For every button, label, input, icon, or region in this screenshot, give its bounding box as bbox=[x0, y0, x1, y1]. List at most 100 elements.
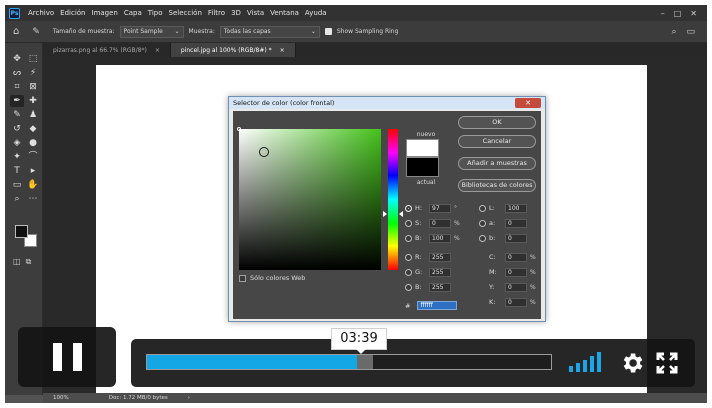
search-icon[interactable]: ⌕ bbox=[671, 27, 676, 37]
dialog-close-button[interactable]: ✕ bbox=[515, 98, 541, 108]
quick-mask-icon[interactable]: ◫ bbox=[13, 257, 21, 267]
a-input[interactable]: 0 bbox=[505, 218, 527, 228]
lasso-tool-icon[interactable]: ᔕ bbox=[10, 67, 24, 79]
menu-imagen[interactable]: Imagen bbox=[89, 9, 121, 17]
blue-radio[interactable] bbox=[405, 283, 412, 291]
ok-button[interactable]: OK bbox=[458, 116, 536, 129]
sample-size-select[interactable]: Point Sample ⌄ bbox=[119, 25, 184, 38]
foreground-color-swatch[interactable] bbox=[15, 225, 28, 238]
hue-slider[interactable] bbox=[388, 129, 398, 270]
menu-capa[interactable]: Capa bbox=[121, 9, 145, 17]
g-radio[interactable] bbox=[405, 268, 412, 276]
current-color-swatch[interactable] bbox=[406, 157, 439, 177]
path-selection-tool-icon[interactable]: ▸ bbox=[26, 165, 40, 177]
workspace-icon[interactable]: ▭ bbox=[686, 27, 695, 37]
s-radio[interactable] bbox=[405, 219, 412, 227]
blue-input[interactable]: 255 bbox=[429, 282, 451, 292]
cancel-button[interactable]: Cancelar bbox=[458, 135, 536, 148]
color-swatches[interactable] bbox=[13, 223, 41, 249]
fullscreen-icon[interactable] bbox=[655, 351, 679, 375]
screen-mode-icon[interactable]: ⧉ bbox=[26, 257, 32, 267]
web-colors-only-option[interactable]: Sólo colores Web bbox=[239, 274, 305, 282]
k-input[interactable]: 0 bbox=[505, 297, 527, 307]
saturation-brightness-field[interactable] bbox=[237, 127, 381, 270]
home-icon[interactable]: ⌂ bbox=[13, 26, 19, 37]
minimize-icon[interactable]: – bbox=[661, 9, 665, 18]
menu-3d[interactable]: 3D bbox=[228, 9, 244, 17]
web-colors-only-checkbox[interactable] bbox=[239, 274, 246, 282]
eyedropper-tool-preset-icon[interactable]: ✎ bbox=[32, 27, 40, 37]
video-controls-bar bbox=[131, 339, 695, 387]
dodge-tool-icon[interactable]: ✦ bbox=[10, 151, 24, 163]
move-tool-icon[interactable]: ✥ bbox=[10, 53, 24, 65]
a-radio[interactable] bbox=[479, 219, 486, 227]
sample-layers-select[interactable]: Todas las capas ⌄ bbox=[219, 25, 320, 38]
l-radio[interactable] bbox=[479, 204, 486, 212]
tab-pizarras[interactable]: pizarras.png al 66.7% (RGB/8*) × bbox=[43, 43, 171, 57]
close-icon[interactable]: ✕ bbox=[690, 9, 697, 18]
time-tooltip-pointer bbox=[356, 349, 366, 354]
tab-pincel[interactable]: pincel.jpg al 100% (RGB/8#) * × bbox=[170, 43, 296, 57]
field-row-m: M: 0 % bbox=[489, 267, 536, 277]
menu-filtro[interactable]: Filtro bbox=[205, 9, 228, 17]
menu-tipo[interactable]: Tipo bbox=[145, 9, 166, 17]
brush-tool-icon[interactable]: ✎ bbox=[10, 109, 24, 121]
healing-brush-tool-icon[interactable]: ✚ bbox=[26, 95, 40, 107]
shape-tool-icon[interactable]: ▭ bbox=[10, 179, 24, 191]
volume-icon[interactable] bbox=[569, 352, 605, 372]
s-input[interactable]: 0 bbox=[429, 218, 451, 228]
close-icon[interactable]: × bbox=[155, 47, 160, 54]
zoom-level[interactable]: 100% bbox=[53, 395, 69, 401]
document-size: Doc: 1.72 MB/0 bytes bbox=[108, 395, 168, 401]
lab-b-input[interactable]: 0 bbox=[505, 233, 527, 243]
settings-gear-icon[interactable] bbox=[619, 350, 645, 376]
menu-ventana[interactable]: Ventana bbox=[267, 9, 302, 17]
h-radio[interactable] bbox=[405, 204, 412, 212]
g-input[interactable]: 255 bbox=[429, 267, 451, 277]
marquee-tool-icon[interactable]: ⬚ bbox=[26, 53, 40, 65]
close-icon[interactable]: × bbox=[280, 47, 285, 54]
blur-tool-icon[interactable]: ● bbox=[26, 137, 40, 149]
show-sampling-ring-checkbox[interactable] bbox=[324, 28, 332, 35]
history-brush-tool-icon[interactable]: ↺ bbox=[10, 123, 24, 135]
menu-archivo[interactable]: Archivo bbox=[25, 9, 57, 17]
pause-button[interactable] bbox=[18, 327, 116, 387]
b-radio[interactable] bbox=[405, 234, 412, 242]
magic-wand-tool-icon[interactable]: ⚡ bbox=[26, 67, 40, 79]
paint-bucket-tool-icon[interactable]: ◈ bbox=[10, 137, 24, 149]
pen-tool-icon[interactable]: ⌒ bbox=[26, 151, 40, 163]
c-input[interactable]: 0 bbox=[505, 252, 527, 262]
zoom-tool-icon[interactable]: ⌕ bbox=[10, 193, 24, 205]
color-sample-marker[interactable] bbox=[259, 147, 269, 157]
r-input[interactable]: 255 bbox=[429, 252, 451, 262]
color-libraries-button[interactable]: Bibliotecas de colores bbox=[458, 179, 536, 192]
new-color-swatch bbox=[406, 139, 439, 157]
l-input[interactable]: 100 bbox=[505, 203, 527, 213]
r-radio[interactable] bbox=[405, 253, 412, 261]
crop-tool-icon[interactable]: ⌗ bbox=[10, 81, 24, 93]
y-input[interactable]: 0 bbox=[505, 282, 527, 292]
menu-seleccion[interactable]: Selección bbox=[166, 9, 205, 17]
frame-tool-icon[interactable]: ⊠ bbox=[26, 81, 40, 93]
status-menu-arrow-icon[interactable]: › bbox=[188, 395, 190, 401]
more-tools-icon[interactable]: ⋯ bbox=[26, 193, 40, 205]
eraser-tool-icon[interactable]: ◆ bbox=[26, 123, 40, 135]
eyedropper-tool-icon[interactable]: ✒ bbox=[10, 95, 24, 107]
hand-tool-icon[interactable]: ✋ bbox=[26, 179, 40, 191]
menu-edicion[interactable]: Edición bbox=[57, 9, 88, 17]
h-input[interactable]: 97 bbox=[429, 203, 451, 213]
add-to-swatches-button[interactable]: Añadir a muestras bbox=[458, 157, 536, 170]
menu-ayuda[interactable]: Ayuda bbox=[302, 9, 330, 17]
maximize-icon[interactable]: □ bbox=[674, 9, 682, 18]
hue-slider-handle-right[interactable] bbox=[399, 211, 403, 217]
hex-input[interactable]: ffffff bbox=[417, 301, 458, 310]
menu-vista[interactable]: Vista bbox=[244, 9, 267, 17]
m-input[interactable]: 0 bbox=[505, 267, 527, 277]
tab-label: pizarras.png al 66.7% (RGB/8*) bbox=[53, 46, 147, 54]
progress-bar[interactable] bbox=[146, 354, 552, 370]
stamp-tool-icon[interactable]: ♟ bbox=[26, 109, 40, 121]
type-tool-icon[interactable]: T bbox=[10, 165, 24, 177]
b-input[interactable]: 100 bbox=[429, 233, 451, 243]
lab-b-radio[interactable] bbox=[479, 234, 486, 242]
hue-slider-handle-left[interactable] bbox=[383, 211, 387, 217]
